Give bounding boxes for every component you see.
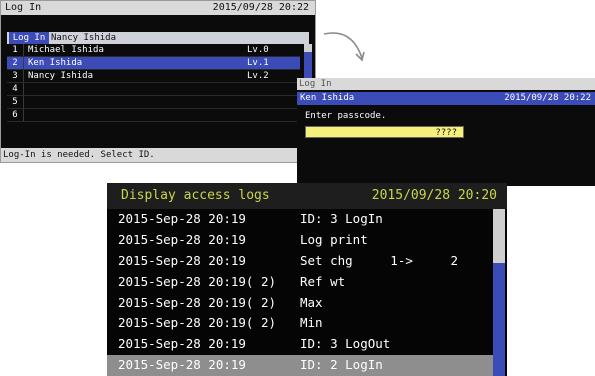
log-action: Min	[300, 315, 323, 331]
status-bar: Log-In is needed. Select ID.	[1, 148, 315, 162]
log-action: Log print	[300, 231, 368, 247]
user-row[interactable]: 4	[7, 83, 300, 96]
log-time: 2015-Sep-28 20:19( 2)	[118, 273, 277, 289]
log-action: Set chg 1-> 2	[300, 252, 459, 268]
user-name: Nancy Ishida	[28, 71, 94, 81]
datetime: 2015/09/28 20:22	[212, 2, 309, 13]
datetime: 2015/09/28 20:22	[504, 93, 591, 103]
window-title: Log In	[5, 2, 42, 13]
row-number: 5	[7, 96, 24, 108]
log-time: 2015-Sep-28 20:19( 2)	[118, 294, 277, 310]
log-header: Display access logs 2015/09/28 20:20	[107, 183, 507, 209]
datetime: 2015/09/28 20:20	[371, 188, 497, 203]
log-action: ID: 3 LogOut	[300, 336, 391, 352]
user-name: Ken Ishida	[28, 58, 83, 68]
user-level: Lv.1	[247, 58, 269, 68]
log-time: 2015-Sep-28 20:19	[118, 252, 246, 268]
log-time: 2015-Sep-28 20:19	[118, 357, 246, 373]
user-name: Michael Ishida	[28, 45, 104, 55]
curved-arrow-icon	[323, 32, 365, 62]
row-number: 6	[7, 109, 24, 121]
log-entry-selected[interactable]: 2015-Sep-28 20:19 ID: 2 LogIn	[107, 355, 493, 376]
user-level: Lv.0	[247, 45, 269, 55]
tab-log-in[interactable]: Log In	[9, 32, 49, 44]
tab-user[interactable]: Nancy Ishida	[51, 32, 116, 44]
window-title: Log In	[297, 78, 595, 90]
log-action: ID: 2 LogIn	[300, 357, 383, 373]
row-number: 3	[7, 70, 24, 82]
log-entry[interactable]: 2015-Sep-28 20:19 Log print	[107, 230, 493, 251]
row-number: 2	[7, 57, 24, 69]
user-row-selected[interactable]: 2 Ken Ishida Lv.1	[7, 57, 300, 70]
scrollbar-thumb[interactable]	[493, 263, 505, 376]
log-entry[interactable]: 2015-Sep-28 20:19 ID: 3 LogIn	[107, 209, 493, 230]
log-scrollbar[interactable]	[493, 209, 505, 376]
log-entry[interactable]: 2015-Sep-28 20:19 Set chg 1-> 2	[107, 251, 493, 272]
user-row[interactable]: 3 Nancy Ishida Lv.2	[7, 70, 300, 83]
user-bar: Ken Ishida 2015/09/28 20:22	[297, 92, 595, 105]
current-user: Ken Ishida	[300, 93, 355, 103]
passcode-screen: Log In Ken Ishida 2015/09/28 20:22 Enter…	[297, 78, 595, 186]
log-time: 2015-Sep-28 20:19( 2)	[118, 315, 277, 331]
passcode-input[interactable]: ????	[305, 126, 464, 138]
user-row[interactable]: 1 Michael Ishida Lv.0	[7, 44, 300, 57]
log-entry[interactable]: 2015-Sep-28 20:19( 2) Min	[107, 313, 493, 334]
log-entry[interactable]: 2015-Sep-28 20:19( 2) Max	[107, 293, 493, 314]
log-entry[interactable]: 2015-Sep-28 20:19 ID: 3 LogOut	[107, 334, 493, 355]
user-row[interactable]: 5	[7, 96, 300, 109]
row-number: 4	[7, 83, 24, 95]
log-entry[interactable]: 2015-Sep-28 20:19( 2) Ref wt	[107, 272, 493, 293]
user-level: Lv.2	[247, 71, 269, 81]
log-time: 2015-Sep-28 20:19	[118, 211, 246, 226]
log-time: 2015-Sep-28 20:19	[118, 336, 246, 352]
row-number: 1	[7, 44, 24, 56]
tab-bar: Log In Nancy Ishida	[7, 32, 309, 44]
log-action: Ref wt	[300, 273, 346, 289]
title-bar: Log In 2015/09/28 20:22	[1, 1, 315, 15]
access-log-screen: Display access logs 2015/09/28 20:20 201…	[107, 183, 507, 376]
log-list: 2015-Sep-28 20:19 ID: 3 LogIn 2015-Sep-28…	[107, 209, 493, 376]
log-action: Max	[300, 294, 323, 310]
page-title: Display access logs	[121, 188, 270, 203]
login-screen: Log In 2015/09/28 20:22 Log In Nancy Ish…	[0, 0, 316, 163]
log-action: ID: 3 LogIn	[300, 211, 383, 226]
log-time: 2015-Sep-28 20:19	[118, 231, 246, 247]
user-row[interactable]: 6	[7, 109, 300, 122]
passcode-prompt: Enter passcode.	[305, 111, 387, 121]
user-list: 1 Michael Ishida Lv.0 2 Ken Ishida Lv.1 3 Nan…	[7, 44, 300, 122]
